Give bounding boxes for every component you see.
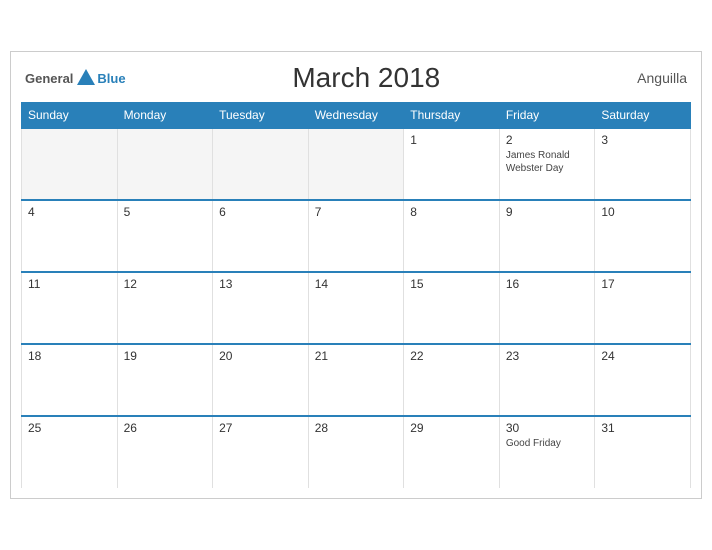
day-number: 17 [601, 277, 684, 291]
day-number: 24 [601, 349, 684, 363]
calendar-cell: 5 [117, 200, 213, 272]
weekday-header-tuesday: Tuesday [213, 103, 309, 129]
calendar-week-row: 12 James Ronald Webster Day 3 [22, 128, 691, 200]
calendar-cell: 18 [22, 344, 118, 416]
calendar-cell: 9 [499, 200, 595, 272]
day-number: 4 [28, 205, 111, 219]
calendar-cell: 26 [117, 416, 213, 488]
day-number: 13 [219, 277, 302, 291]
day-number: 30 [506, 421, 589, 435]
calendar-week-row: 456789 10 [22, 200, 691, 272]
weekday-header-wednesday: Wednesday [308, 103, 404, 129]
day-number: 18 [28, 349, 111, 363]
day-number: 20 [219, 349, 302, 363]
calendar-cell: 27 [213, 416, 309, 488]
calendar-cell: 20 [213, 344, 309, 416]
day-number: 15 [410, 277, 493, 291]
day-number: 31 [601, 421, 684, 435]
calendar-cell: 23 [499, 344, 595, 416]
calendar-cell: 14 [308, 272, 404, 344]
calendar-cell: 2 James Ronald Webster Day [499, 128, 595, 200]
day-number: 9 [506, 205, 589, 219]
calendar-week-row: 18 19 20 21 22 23 24 [22, 344, 691, 416]
calendar-cell [22, 128, 118, 200]
logo-icon [75, 67, 97, 89]
day-number: 10 [601, 205, 684, 219]
weekday-header-saturday: Saturday [595, 103, 691, 129]
day-number: 5 [124, 205, 207, 219]
calendar-cell: 11 [22, 272, 118, 344]
calendar-cell: 31 [595, 416, 691, 488]
day-number: 11 [28, 277, 111, 291]
calendar-cell: 16 [499, 272, 595, 344]
day-number: 19 [124, 349, 207, 363]
calendar-cell [117, 128, 213, 200]
day-number: 8 [410, 205, 493, 219]
calendar-cell: 30 Good Friday [499, 416, 595, 488]
day-number: 26 [124, 421, 207, 435]
holiday-text: James Ronald Webster Day [506, 149, 589, 175]
calendar-cell: 1 [404, 128, 500, 200]
weekday-header-thursday: Thursday [404, 103, 500, 129]
logo: General Blue [25, 67, 126, 89]
day-number: 21 [315, 349, 398, 363]
calendar-cell: 13 [213, 272, 309, 344]
day-number: 7 [315, 205, 398, 219]
calendar-title: March 2018 [126, 62, 607, 94]
day-number: 27 [219, 421, 302, 435]
calendar-cell: 8 [404, 200, 500, 272]
calendar-cell: 28 [308, 416, 404, 488]
calendar-cell: 3 [595, 128, 691, 200]
calendar-cell: 22 [404, 344, 500, 416]
calendar-table: SundayMondayTuesdayWednesdayThursdayFrid… [21, 102, 691, 488]
calendar-week-row: 11 12 13 14 15 16 17 [22, 272, 691, 344]
day-number: 12 [124, 277, 207, 291]
calendar-header: General Blue March 2018 Anguilla [21, 62, 691, 94]
calendar-cell: 6 [213, 200, 309, 272]
day-number: 14 [315, 277, 398, 291]
weekday-header-friday: Friday [499, 103, 595, 129]
calendar-week-row: 25 26 27 28 29 30 Good Friday 31 [22, 416, 691, 488]
calendar-cell: 7 [308, 200, 404, 272]
day-number: 2 [506, 133, 589, 147]
calendar-cell: 10 [595, 200, 691, 272]
calendar-cell [213, 128, 309, 200]
calendar-cell: 29 [404, 416, 500, 488]
calendar-cell: 19 [117, 344, 213, 416]
calendar-cell: 24 [595, 344, 691, 416]
day-number: 16 [506, 277, 589, 291]
holiday-text: Good Friday [506, 437, 589, 450]
day-number: 28 [315, 421, 398, 435]
weekday-header-row: SundayMondayTuesdayWednesdayThursdayFrid… [22, 103, 691, 129]
weekday-header-monday: Monday [117, 103, 213, 129]
calendar-cell: 21 [308, 344, 404, 416]
weekday-header-sunday: Sunday [22, 103, 118, 129]
calendar-cell: 15 [404, 272, 500, 344]
day-number: 6 [219, 205, 302, 219]
calendar-cell: 4 [22, 200, 118, 272]
day-number: 23 [506, 349, 589, 363]
calendar-cell: 25 [22, 416, 118, 488]
day-number: 22 [410, 349, 493, 363]
calendar: General Blue March 2018 Anguilla SundayM… [10, 51, 702, 499]
logo-general-text: General [25, 71, 73, 86]
calendar-cell: 12 [117, 272, 213, 344]
day-number: 1 [410, 133, 493, 147]
day-number: 25 [28, 421, 111, 435]
logo-blue-text: Blue [97, 71, 125, 86]
calendar-cell: 17 [595, 272, 691, 344]
calendar-cell [308, 128, 404, 200]
calendar-country: Anguilla [607, 70, 687, 86]
day-number: 29 [410, 421, 493, 435]
day-number: 3 [601, 133, 684, 147]
